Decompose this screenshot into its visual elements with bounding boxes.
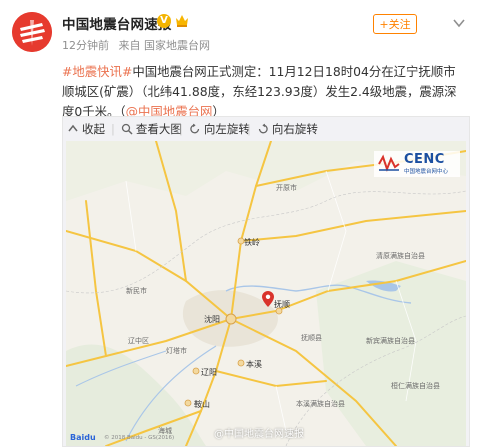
rotate-right-icon (258, 123, 268, 134)
cenc-logo-subtext: 中国地震台网中心 (404, 169, 449, 175)
chevron-down-icon[interactable] (452, 16, 466, 30)
earthquake-map[interactable]: 铁岭 沈阳 抚顺 本溪 辽阳 鞍山 新民市 开原市 新宾满族自治县 清原满族自治… (66, 141, 466, 446)
map-label-benxi-county: 本溪满族自治县 (296, 400, 345, 408)
user-name[interactable]: 中国地震台网速报 (62, 13, 172, 33)
post-time[interactable]: 12分钟前 (62, 39, 109, 52)
baidu-logo: Baidu (70, 433, 96, 442)
map-copyright: © 2018 Baidu - GS(2016) (104, 435, 175, 441)
cenc-emblem-icon (378, 154, 400, 172)
map-label-xinmin: 新民市 (126, 287, 147, 295)
post-text: #地震快讯#中国地震台网正式测定：11月12日18时04分在辽宁抚顺市顺城区(矿… (62, 62, 462, 122)
map-label-qingyuan: 清原满族自治县 (376, 252, 425, 260)
post-meta: 12分钟前 来自 国家地震台网 (62, 37, 210, 53)
map-label-tieling: 铁岭 (244, 238, 260, 247)
map-label-dengta: 灯塔市 (166, 347, 187, 355)
rotate-right-label: 向右旋转 (271, 122, 318, 136)
collapse-button[interactable]: 收起 (67, 121, 105, 137)
map-label-fushun: 抚顺 (274, 300, 290, 309)
avatar-logo-icon (12, 12, 52, 52)
toolbar-divider: | (111, 122, 115, 136)
collapse-arrow-icon (68, 124, 78, 132)
rotate-left-icon (190, 123, 200, 134)
hashtag-link[interactable]: #地震快讯# (62, 64, 132, 79)
map-label-liaozhong: 辽中区 (128, 337, 149, 345)
map-label-benxi: 本溪 (246, 360, 262, 369)
rotate-left-button[interactable]: | 向左旋转 (179, 121, 250, 137)
map-label-liaoyang: 辽阳 (201, 368, 217, 377)
post-source[interactable]: 来自 国家地震台网 (119, 39, 211, 52)
verified-badge-icon: V (157, 14, 171, 28)
epicenter-marker-icon[interactable] (262, 291, 274, 307)
map-label-shenyang: 沈阳 (204, 315, 220, 324)
toolbar-divider: | (179, 122, 183, 136)
avatar[interactable] (12, 12, 52, 52)
post-header: 中国地震台网速报 V 12分钟前 来自 国家地震台网 +关注 (0, 0, 480, 60)
collapse-label: 收起 (82, 122, 105, 136)
vip-badge-icon (176, 15, 188, 27)
map-label-fushun-county: 抚顺县 (301, 334, 322, 342)
view-large-button[interactable]: | 查看大图 (111, 121, 182, 137)
map-label-huanren: 桓仁满族自治县 (391, 382, 440, 390)
rotate-right-button[interactable]: | 向右旋转 (247, 121, 318, 137)
follow-button[interactable]: +关注 (373, 14, 417, 34)
cenc-logo: CENC 中国地震台网中心 (374, 151, 460, 177)
cenc-logo-text: CENC (404, 152, 445, 167)
media-expanded-box: 收起 | 查看大图 | 向左旋转 | 向右旋转 铁岭 沈阳 抚顺 本溪 辽阳 鞍… (62, 116, 470, 447)
weibo-watermark: @中国地震台网速报 (214, 429, 304, 440)
map-label-kaiyuan: 开原市 (276, 184, 297, 192)
toolbar-divider: | (247, 122, 251, 136)
view-large-label: 查看大图 (135, 122, 182, 136)
rotate-left-label: 向左旋转 (203, 122, 250, 136)
map-label-xinbin: 新宾满族自治县 (366, 337, 415, 345)
image-toolbar: 收起 | 查看大图 | 向左旋转 | 向右旋转 (63, 117, 469, 141)
map-label-anshan: 鞍山 (194, 400, 210, 409)
magnifier-icon (121, 123, 133, 135)
